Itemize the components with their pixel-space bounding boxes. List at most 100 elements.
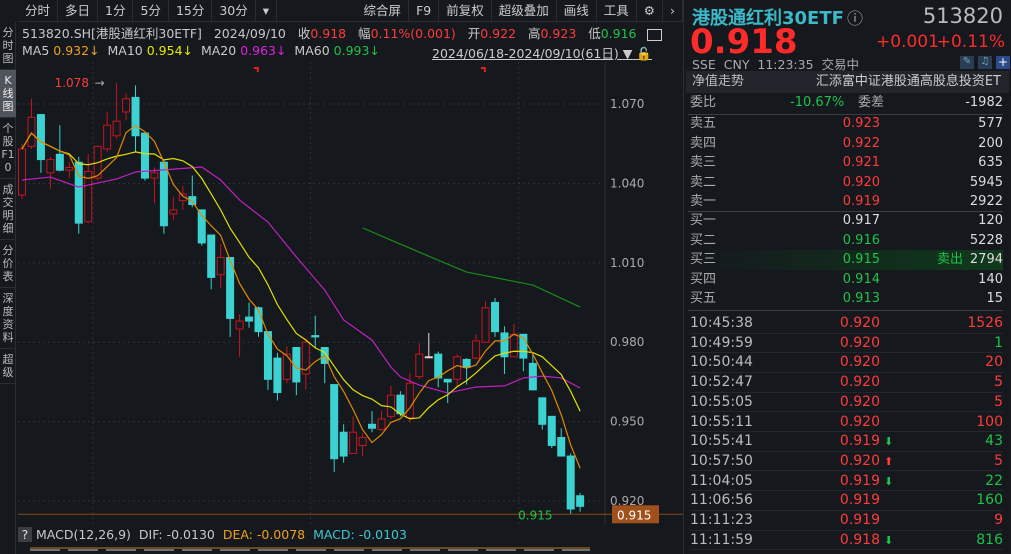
- candle-body: [434, 353, 443, 379]
- candle-body: [576, 495, 585, 507]
- candle[interactable]: [500, 326, 509, 374]
- candle[interactable]: [443, 378, 452, 404]
- level-label: 卖五: [690, 116, 717, 131]
- candle[interactable]: [140, 132, 149, 181]
- lock-icon[interactable]: 🔓: [636, 46, 652, 61]
- candle[interactable]: [415, 343, 424, 380]
- candle[interactable]: [301, 338, 310, 390]
- candle-body: [112, 120, 121, 137]
- ma5-line: [21, 124, 581, 469]
- candle[interactable]: [226, 257, 235, 337]
- candle[interactable]: [491, 298, 499, 337]
- event-flag-icon[interactable]: [253, 67, 259, 72]
- macd-label: MACD(12,26,9): [36, 527, 131, 542]
- screen-icon[interactable]: [646, 28, 662, 41]
- candle[interactable]: [55, 125, 64, 172]
- candle[interactable]: [27, 98, 36, 149]
- help-button[interactable]: ?: [18, 527, 32, 542]
- toolbar-button[interactable]: ⚙: [637, 0, 663, 22]
- candle[interactable]: [386, 385, 395, 419]
- candle[interactable]: [263, 331, 272, 390]
- candle[interactable]: [169, 196, 178, 221]
- candle[interactable]: [547, 415, 556, 449]
- candle[interactable]: [207, 234, 216, 290]
- candle[interactable]: [349, 416, 358, 454]
- candle[interactable]: [150, 167, 159, 204]
- sidebar-tab[interactable]: 超级: [0, 349, 16, 384]
- candle[interactable]: [339, 424, 348, 463]
- add-icon[interactable]: +: [996, 56, 1010, 69]
- candle[interactable]: [131, 85, 140, 152]
- toolbar-button[interactable]: 前复权: [439, 0, 492, 22]
- toolbar-button[interactable]: 综合屏: [357, 0, 410, 22]
- candle[interactable]: [273, 352, 282, 401]
- candle-body: [424, 356, 433, 359]
- edit-icon[interactable]: ✎: [960, 56, 974, 69]
- candle[interactable]: [434, 351, 443, 388]
- candle-body: [159, 161, 168, 227]
- nav-trend-row[interactable]: 净值走势 汇添富中证港股通高股息投资ET: [686, 71, 1009, 93]
- kline-chart[interactable]: 1.0701.0401.0100.9800.9500.9201.078 →0.91…: [18, 62, 683, 524]
- high-value: 0.923: [540, 26, 577, 41]
- candle[interactable]: [377, 411, 386, 431]
- candle[interactable]: [557, 428, 566, 457]
- toolbar-button[interactable]: ›: [663, 0, 683, 22]
- candle[interactable]: [235, 314, 244, 357]
- candle-body: [46, 159, 55, 174]
- dropdown-icon[interactable]: ▼: [623, 46, 633, 61]
- sidebar-tab[interactable]: 深度资料: [0, 288, 16, 349]
- trade-volume: 5: [994, 374, 1003, 391]
- candle[interactable]: [311, 315, 320, 348]
- period-tab[interactable]: ▾: [256, 0, 278, 22]
- toolbar-button[interactable]: F9: [409, 0, 440, 22]
- toolbar-button[interactable]: 画线: [557, 0, 597, 22]
- low-label: 低: [588, 26, 601, 41]
- period-tab[interactable]: 分时: [18, 0, 59, 22]
- candle[interactable]: [103, 111, 112, 152]
- currency: CNY: [723, 57, 750, 72]
- candle[interactable]: [74, 156, 83, 234]
- candle[interactable]: [453, 354, 462, 388]
- period-tab[interactable]: 1分: [98, 0, 134, 22]
- candle[interactable]: [576, 493, 585, 512]
- trade-price: 0.919: [839, 472, 880, 489]
- candle[interactable]: [330, 384, 339, 472]
- candle[interactable]: [65, 162, 74, 179]
- trade-row: 11:11:23 0.919 9: [690, 511, 1003, 531]
- period-tab[interactable]: 多日: [58, 0, 99, 22]
- candle-body: [103, 124, 112, 150]
- candle[interactable]: [18, 143, 26, 200]
- period-tab[interactable]: 30分: [212, 0, 256, 22]
- info-icon[interactable]: ⓘ: [847, 5, 863, 29]
- period-tab[interactable]: 15分: [169, 0, 213, 22]
- candle[interactable]: [159, 159, 168, 234]
- sidebar-tab[interactable]: 个股F10: [0, 118, 16, 179]
- order-ratio-value: -10.67%: [790, 95, 845, 110]
- candle[interactable]: [46, 156, 55, 189]
- toolbar-button[interactable]: 超级叠加: [492, 0, 557, 22]
- candle[interactable]: [292, 347, 301, 396]
- date-range-selector[interactable]: 2024/06/18-2024/09/10(61日) ▼ 🔓: [432, 43, 652, 62]
- candle[interactable]: [122, 93, 131, 120]
- sidebar-tab[interactable]: 分时图: [0, 22, 16, 70]
- period-tab[interactable]: 5分: [133, 0, 169, 22]
- alert-bell-icon[interactable]: ♫: [978, 56, 992, 69]
- event-flag-icon[interactable]: [480, 67, 486, 72]
- candle[interactable]: [566, 453, 575, 515]
- candle[interactable]: [282, 346, 291, 384]
- candle[interactable]: [112, 82, 121, 139]
- candle[interactable]: [472, 334, 481, 360]
- candle[interactable]: [358, 433, 367, 457]
- nav-trend-label[interactable]: 净值走势: [692, 71, 744, 93]
- candle[interactable]: [424, 332, 433, 359]
- candle[interactable]: [216, 244, 225, 288]
- sidebar-tab[interactable]: K线图: [0, 70, 16, 118]
- candle[interactable]: [538, 397, 547, 430]
- candle[interactable]: [481, 301, 490, 343]
- toolbar-button[interactable]: 工具: [597, 0, 637, 22]
- candle[interactable]: [519, 333, 528, 372]
- candle[interactable]: [245, 302, 254, 328]
- sidebar-tab[interactable]: 分价表: [0, 240, 16, 288]
- ma60-label: MA60: [294, 43, 330, 58]
- sidebar-tab[interactable]: 成交明细: [0, 179, 16, 240]
